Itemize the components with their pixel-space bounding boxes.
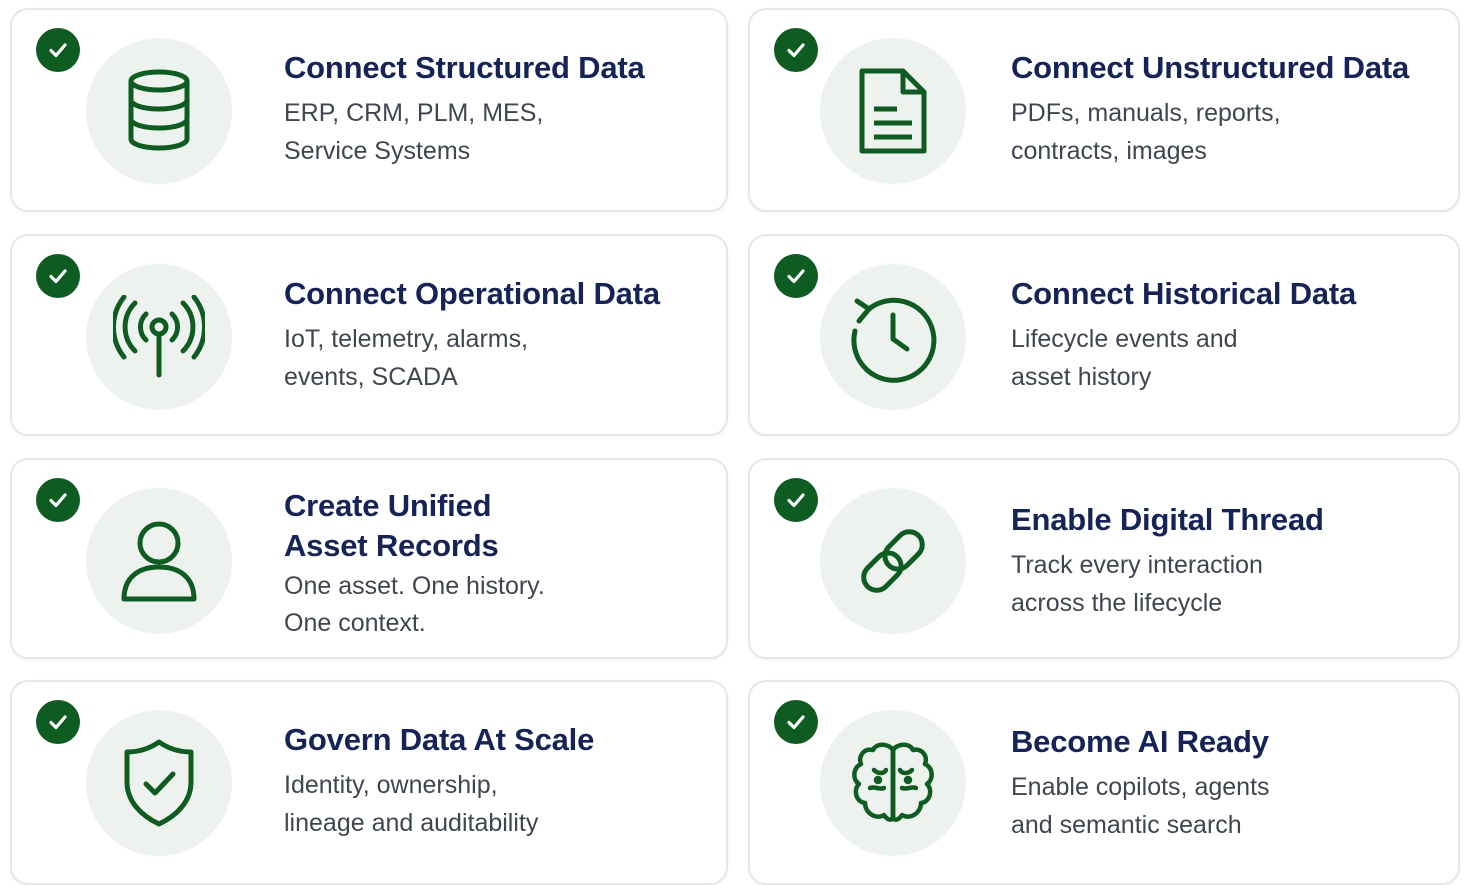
card-title: Become AI Ready xyxy=(1011,724,1269,759)
checkmark-icon xyxy=(774,478,818,522)
card-title: Govern Data At Scale xyxy=(284,722,595,757)
card-connect-operational-data: Connect Operational Data IoT, telemetry,… xyxy=(10,234,728,436)
card-title: Connect Unstructured Data xyxy=(1011,50,1410,85)
card-description: Enable copilots, agents and semantic sea… xyxy=(1011,773,1270,839)
checkmark-icon xyxy=(36,478,80,522)
card-create-unified-asset-records: Create Unified Asset Records One asset. … xyxy=(10,458,728,659)
card-govern-data-at-scale: Govern Data At Scale Identity, ownership… xyxy=(10,680,728,885)
card-connect-historical-data: Connect Historical Data Lifecycle events… xyxy=(748,234,1460,436)
card-enable-digital-thread: Enable Digital Thread Track every intera… xyxy=(748,458,1460,659)
card-description: IoT, telemetry, alarms, events, SCADA xyxy=(284,325,529,391)
brain-icon xyxy=(820,710,966,856)
card-title: Connect Operational Data xyxy=(284,276,660,311)
card-description: Lifecycle events and asset history xyxy=(1011,325,1238,391)
card-title: Create Unified Asset Records xyxy=(284,488,499,563)
checkmark-icon xyxy=(774,700,818,744)
card-description: One asset. One history. One context. xyxy=(284,572,545,637)
checkmark-icon xyxy=(36,254,80,298)
user-icon xyxy=(86,488,232,634)
checkmark-icon xyxy=(36,700,80,744)
card-title: Connect Structured Data xyxy=(284,50,645,85)
document-icon xyxy=(820,38,966,184)
card-connect-unstructured-data: Connect Unstructured Data PDFs, manuals,… xyxy=(748,8,1460,212)
card-title: Enable Digital Thread xyxy=(1011,502,1324,537)
checkmark-icon xyxy=(36,28,80,72)
card-description: Identity, ownership, lineage and auditab… xyxy=(284,771,539,837)
checkmark-icon xyxy=(774,254,818,298)
card-description: Track every interaction across the lifec… xyxy=(1011,551,1263,617)
antenna-signal-icon xyxy=(86,264,232,410)
card-connect-structured-data: Connect Structured Data ERP, CRM, PLM, M… xyxy=(10,8,728,212)
database-icon xyxy=(86,38,232,184)
card-description: ERP, CRM, PLM, MES, Service Systems xyxy=(284,99,544,165)
card-become-ai-ready: Become AI Ready Enable copilots, agents … xyxy=(748,680,1460,885)
shield-check-icon xyxy=(86,710,232,856)
card-title: Connect Historical Data xyxy=(1011,276,1357,311)
card-description: PDFs, manuals, reports, contracts, image… xyxy=(1011,99,1281,165)
link-icon xyxy=(820,488,966,634)
checkmark-icon xyxy=(774,28,818,72)
history-clock-icon xyxy=(820,264,966,410)
